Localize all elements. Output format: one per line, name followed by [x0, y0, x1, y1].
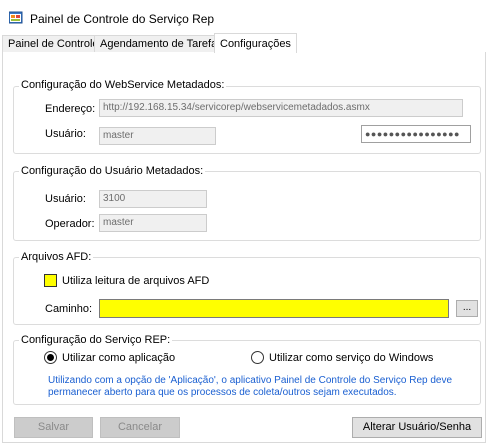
service-info-line-1: Utilizando com a opção de 'Aplicação', o…: [48, 375, 453, 386]
afd-checkbox[interactable]: [44, 274, 57, 287]
address-input[interactable]: http://192.168.15.34/servicorep/webservi…: [99, 99, 463, 117]
tab-configuracoes[interactable]: Configurações: [214, 33, 297, 53]
service-group-legend: Configuração do Serviço REP:: [19, 334, 173, 346]
ws-user-label: Usuário:: [45, 128, 86, 140]
save-button[interactable]: Salvar: [14, 417, 93, 438]
cancel-button[interactable]: Cancelar: [100, 417, 180, 438]
ws-password-input[interactable]: ●●●●●●●●●●●●●●●●: [361, 125, 471, 143]
operator-label: Operador:: [45, 218, 95, 230]
app-window-icon: [9, 11, 23, 24]
user-config-group: [13, 171, 481, 241]
tab-painel-de-controle[interactable]: Painel de Controle: [2, 35, 105, 52]
radio-use-as-windows-service[interactable]: [251, 351, 264, 364]
afd-group-legend: Arquivos AFD:: [19, 251, 94, 263]
operator-input[interactable]: master: [99, 214, 207, 232]
service-info-text: Utilizando com a opção de 'Aplicação', o…: [48, 375, 468, 399]
change-user-password-button[interactable]: Alterar Usuário/Senha: [352, 417, 482, 438]
path-input[interactable]: [99, 299, 449, 318]
ws-user-input[interactable]: master: [99, 127, 216, 145]
user-config-group-legend: Configuração do Usuário Metadados:: [19, 165, 206, 177]
webservice-group-legend: Configuração do WebService Metadados:: [19, 79, 227, 91]
metadata-user-label: Usuário:: [45, 193, 86, 205]
window-title: Painel de Controle do Serviço Rep: [30, 12, 215, 26]
browse-button[interactable]: ...: [456, 300, 478, 317]
address-label: Endereço:: [45, 103, 96, 115]
service-info-line-2: permanecer aberto para que os processos …: [48, 387, 397, 398]
radio-use-as-application[interactable]: [44, 351, 57, 364]
radio-use-as-windows-service-label: Utilizar como serviço do Windows: [269, 352, 434, 364]
afd-checkbox-label: Utiliza leitura de arquivos AFD: [62, 275, 210, 287]
path-label: Caminho:: [45, 303, 93, 315]
metadata-user-input[interactable]: 3100: [99, 190, 207, 208]
title-bar: Painel de Controle do Serviço Rep: [0, 0, 491, 32]
webservice-group: [13, 86, 481, 154]
tab-agendamento-de-tarefas[interactable]: Agendamento de Tarefas: [94, 35, 229, 52]
radio-use-as-application-label: Utilizar como aplicação: [62, 352, 176, 364]
